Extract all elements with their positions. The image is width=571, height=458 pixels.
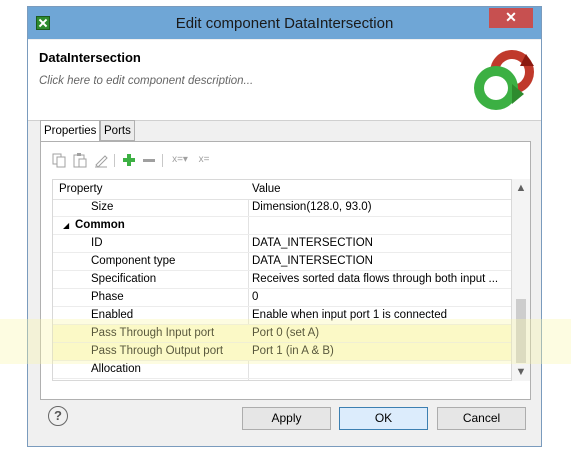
property-name: Common — [75, 219, 125, 231]
copy-icon[interactable] — [51, 152, 67, 168]
property-name: Enabled — [91, 309, 134, 321]
apply-button[interactable]: Apply — [242, 407, 331, 430]
ok-button[interactable]: OK — [339, 407, 428, 430]
paste-icon[interactable] — [72, 152, 88, 168]
table-header: Property Value — [53, 180, 511, 200]
cancel-button[interactable]: Cancel — [437, 407, 526, 430]
property-name: Component type — [91, 255, 176, 267]
title-bar[interactable]: Edit component DataIntersection ✕ — [28, 7, 541, 39]
table-row[interactable]: Specification Receives sorted data flows … — [53, 271, 511, 289]
tab-ports[interactable]: Ports — [100, 120, 135, 141]
property-value[interactable]: Enable when input port 1 is connected — [252, 309, 447, 321]
property-name: Specification — [91, 273, 157, 285]
help-icon[interactable]: ? — [48, 406, 68, 426]
component-description[interactable]: Click here to edit component description… — [39, 75, 253, 87]
property-name: Pass Through Input port — [91, 327, 215, 339]
format-icon[interactable]: x= — [194, 152, 214, 168]
scroll-up-icon[interactable]: ▲ — [512, 179, 530, 197]
property-name: Pass Through Output port — [91, 345, 224, 357]
table-row[interactable]: ID DATA_INTERSECTION — [53, 235, 511, 253]
edit-component-dialog: Edit component DataIntersection ✕ DataIn… — [27, 6, 542, 447]
property-value[interactable]: 0 — [252, 291, 258, 303]
vertical-scrollbar[interactable]: ▲ ▼ — [512, 179, 530, 381]
property-value[interactable]: DATA_INTERSECTION — [252, 255, 373, 267]
header-value[interactable]: Value — [252, 183, 281, 195]
table-row[interactable]: Size Dimension(128.0, 93.0) — [53, 199, 511, 217]
edit-icon[interactable] — [93, 152, 109, 168]
property-name: Allocation — [91, 363, 141, 375]
property-value[interactable]: Dimension(128.0, 93.0) — [252, 201, 372, 213]
property-value[interactable]: DATA_INTERSECTION — [252, 237, 373, 249]
close-button[interactable]: ✕ — [489, 8, 533, 28]
add-icon[interactable] — [121, 152, 137, 168]
table-row[interactable]: Pass Through Input port Port 0 (set A) — [53, 325, 511, 343]
property-name: ID — [91, 237, 103, 249]
table-row[interactable]: Phase 0 — [53, 289, 511, 307]
table-row[interactable]: Pass Through Output port Port 1 (in A & B… — [53, 343, 511, 361]
property-value[interactable]: Port 0 (set A) — [252, 327, 319, 339]
property-value[interactable]: Port 1 (in A & B) — [252, 345, 334, 357]
tab-properties[interactable]: Properties — [40, 120, 101, 142]
property-name: Size — [91, 201, 114, 213]
toolbar-separator — [114, 154, 115, 167]
group-row[interactable]: ◢ Common — [53, 217, 511, 235]
data-intersection-arrows-icon — [474, 50, 534, 110]
remove-icon[interactable] — [141, 152, 157, 168]
toolbar-separator — [162, 154, 163, 167]
table-row[interactable]: Component type DATA_INTERSECTION — [53, 253, 511, 271]
component-name[interactable]: DataIntersection — [39, 50, 141, 65]
table-row[interactable]: Allocation — [53, 361, 511, 379]
component-header: DataIntersection Click here to edit comp… — [28, 40, 541, 121]
properties-table: Property Value Size Dimension(128.0, 93.0… — [52, 179, 512, 381]
property-value[interactable]: Receives sorted data flows through both … — [252, 273, 498, 285]
header-property[interactable]: Property — [59, 183, 102, 195]
property-name: Phase — [91, 291, 124, 303]
edit-attribute-icon[interactable]: x=▾ — [169, 152, 191, 168]
expand-group-icon[interactable]: ◢ — [63, 221, 69, 230]
window-title: Edit component DataIntersection — [175, 15, 394, 32]
properties-panel: x=▾ x= Property Value Size Dimension(128.… — [40, 141, 531, 400]
table-row[interactable]: Enabled Enable when input port 1 is conne… — [53, 307, 511, 325]
scroll-thumb[interactable] — [516, 299, 526, 363]
scroll-down-icon[interactable]: ▼ — [512, 363, 530, 381]
